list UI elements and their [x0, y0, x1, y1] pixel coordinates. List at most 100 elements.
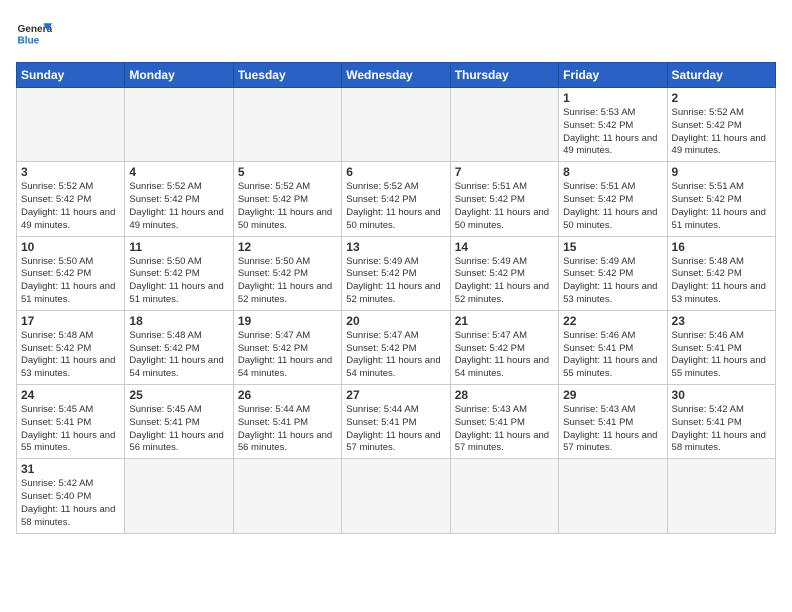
- calendar-cell: [342, 459, 450, 533]
- day-number: 3: [21, 165, 120, 179]
- calendar-cell: [125, 88, 233, 162]
- day-info: Sunrise: 5:49 AMSunset: 5:42 PMDaylight:…: [455, 256, 554, 307]
- day-info: Sunrise: 5:47 AMSunset: 5:42 PMDaylight:…: [455, 330, 554, 381]
- day-info: Sunrise: 5:52 AMSunset: 5:42 PMDaylight:…: [21, 181, 120, 232]
- calendar-cell: [233, 459, 341, 533]
- day-info: Sunrise: 5:52 AMSunset: 5:42 PMDaylight:…: [129, 181, 228, 232]
- calendar-cell: 27 Sunrise: 5:44 AMSunset: 5:41 PMDayligh…: [342, 385, 450, 459]
- day-number: 19: [238, 314, 337, 328]
- calendar-cell: 2 Sunrise: 5:52 AMSunset: 5:42 PMDaylight…: [667, 88, 775, 162]
- logo-icon: General Blue: [16, 16, 52, 52]
- calendar-cell: 24Sunrise: 5:45 AMSunset: 5:41 PMDayligh…: [17, 385, 125, 459]
- calendar-cell: 4 Sunrise: 5:52 AMSunset: 5:42 PMDaylight…: [125, 162, 233, 236]
- day-info: Sunrise: 5:42 AMSunset: 5:41 PMDaylight:…: [672, 404, 771, 455]
- day-info: Sunrise: 5:49 AMSunset: 5:42 PMDaylight:…: [346, 256, 445, 307]
- day-info: Sunrise: 5:46 AMSunset: 5:41 PMDaylight:…: [563, 330, 662, 381]
- calendar-cell: 29Sunrise: 5:43 AMSunset: 5:41 PMDayligh…: [559, 385, 667, 459]
- day-info: Sunrise: 5:51 AMSunset: 5:42 PMDaylight:…: [672, 181, 771, 232]
- weekday-header-row: SundayMondayTuesdayWednesdayThursdayFrid…: [17, 63, 776, 88]
- day-number: 26: [238, 388, 337, 402]
- day-number: 22: [563, 314, 662, 328]
- day-info: Sunrise: 5:47 AMSunset: 5:42 PMDaylight:…: [346, 330, 445, 381]
- day-number: 15: [563, 240, 662, 254]
- calendar-cell: 3 Sunrise: 5:52 AMSunset: 5:42 PMDaylight…: [17, 162, 125, 236]
- day-number: 4: [129, 165, 228, 179]
- calendar-cell: 21 Sunrise: 5:47 AMSunset: 5:42 PMDayligh…: [450, 310, 558, 384]
- day-number: 2: [672, 91, 771, 105]
- calendar-week-row: 1Sunrise: 5:53 AMSunset: 5:42 PMDaylight…: [17, 88, 776, 162]
- day-info: Sunrise: 5:47 AMSunset: 5:42 PMDaylight:…: [238, 330, 337, 381]
- calendar-cell: 10Sunrise: 5:50 AMSunset: 5:42 PMDayligh…: [17, 236, 125, 310]
- calendar-cell: 8 Sunrise: 5:51 AMSunset: 5:42 PMDaylight…: [559, 162, 667, 236]
- day-info: Sunrise: 5:51 AMSunset: 5:42 PMDaylight:…: [563, 181, 662, 232]
- calendar-week-row: 17 Sunrise: 5:48 AMSunset: 5:42 PMDayligh…: [17, 310, 776, 384]
- calendar-cell: 28 Sunrise: 5:43 AMSunset: 5:41 PMDayligh…: [450, 385, 558, 459]
- calendar-cell: 16Sunrise: 5:48 AMSunset: 5:42 PMDayligh…: [667, 236, 775, 310]
- day-number: 23: [672, 314, 771, 328]
- weekday-header: Friday: [559, 63, 667, 88]
- day-number: 30: [672, 388, 771, 402]
- day-info: Sunrise: 5:43 AMSunset: 5:41 PMDaylight:…: [455, 404, 554, 455]
- day-number: 17: [21, 314, 120, 328]
- day-number: 29: [563, 388, 662, 402]
- day-info: Sunrise: 5:50 AMSunset: 5:42 PMDaylight:…: [238, 256, 337, 307]
- day-number: 18: [129, 314, 228, 328]
- calendar-cell: 6 Sunrise: 5:52 AMSunset: 5:42 PMDaylight…: [342, 162, 450, 236]
- calendar-cell: 15Sunrise: 5:49 AMSunset: 5:42 PMDayligh…: [559, 236, 667, 310]
- weekday-header: Sunday: [17, 63, 125, 88]
- day-number: 28: [455, 388, 554, 402]
- day-number: 1: [563, 91, 662, 105]
- weekday-header: Tuesday: [233, 63, 341, 88]
- logo: General Blue: [16, 16, 52, 52]
- day-number: 14: [455, 240, 554, 254]
- calendar-cell: 14 Sunrise: 5:49 AMSunset: 5:42 PMDayligh…: [450, 236, 558, 310]
- page-header: General Blue: [16, 16, 776, 52]
- calendar-cell: 13 Sunrise: 5:49 AMSunset: 5:42 PMDayligh…: [342, 236, 450, 310]
- day-number: 10: [21, 240, 120, 254]
- calendar-cell: 22 Sunrise: 5:46 AMSunset: 5:41 PMDayligh…: [559, 310, 667, 384]
- calendar-cell: 12Sunrise: 5:50 AMSunset: 5:42 PMDayligh…: [233, 236, 341, 310]
- day-info: Sunrise: 5:51 AMSunset: 5:42 PMDaylight:…: [455, 181, 554, 232]
- calendar-cell: [125, 459, 233, 533]
- day-info: Sunrise: 5:48 AMSunset: 5:42 PMDaylight:…: [129, 330, 228, 381]
- calendar-cell: 9Sunrise: 5:51 AMSunset: 5:42 PMDaylight…: [667, 162, 775, 236]
- day-number: 24: [21, 388, 120, 402]
- day-info: Sunrise: 5:44 AMSunset: 5:41 PMDaylight:…: [346, 404, 445, 455]
- weekday-header: Saturday: [667, 63, 775, 88]
- weekday-header: Wednesday: [342, 63, 450, 88]
- calendar-cell: [17, 88, 125, 162]
- weekday-header: Monday: [125, 63, 233, 88]
- day-number: 25: [129, 388, 228, 402]
- day-info: Sunrise: 5:44 AMSunset: 5:41 PMDaylight:…: [238, 404, 337, 455]
- day-info: Sunrise: 5:52 AMSunset: 5:42 PMDaylight:…: [346, 181, 445, 232]
- day-number: 11: [129, 240, 228, 254]
- day-number: 21: [455, 314, 554, 328]
- day-info: Sunrise: 5:42 AMSunset: 5:40 PMDaylight:…: [21, 478, 120, 529]
- calendar-cell: 23 Sunrise: 5:46 AMSunset: 5:41 PMDayligh…: [667, 310, 775, 384]
- day-info: Sunrise: 5:46 AMSunset: 5:41 PMDaylight:…: [672, 330, 771, 381]
- day-number: 13: [346, 240, 445, 254]
- calendar-body: 1Sunrise: 5:53 AMSunset: 5:42 PMDaylight…: [17, 88, 776, 534]
- calendar-cell: 31Sunrise: 5:42 AMSunset: 5:40 PMDayligh…: [17, 459, 125, 533]
- calendar-cell: 19 Sunrise: 5:47 AMSunset: 5:42 PMDayligh…: [233, 310, 341, 384]
- calendar-cell: 11 Sunrise: 5:50 AMSunset: 5:42 PMDayligh…: [125, 236, 233, 310]
- calendar-cell: 20Sunrise: 5:47 AMSunset: 5:42 PMDayligh…: [342, 310, 450, 384]
- calendar-cell: 26 Sunrise: 5:44 AMSunset: 5:41 PMDayligh…: [233, 385, 341, 459]
- calendar-cell: 7Sunrise: 5:51 AMSunset: 5:42 PMDaylight…: [450, 162, 558, 236]
- calendar-cell: 18 Sunrise: 5:48 AMSunset: 5:42 PMDayligh…: [125, 310, 233, 384]
- day-info: Sunrise: 5:52 AMSunset: 5:42 PMDaylight:…: [238, 181, 337, 232]
- calendar-cell: [342, 88, 450, 162]
- day-info: Sunrise: 5:52 AMSunset: 5:42 PMDaylight:…: [672, 107, 771, 158]
- day-number: 27: [346, 388, 445, 402]
- calendar-cell: [667, 459, 775, 533]
- calendar-cell: 17Sunrise: 5:48 AMSunset: 5:42 PMDayligh…: [17, 310, 125, 384]
- day-number: 8: [563, 165, 662, 179]
- calendar-week-row: 3 Sunrise: 5:52 AMSunset: 5:42 PMDaylight…: [17, 162, 776, 236]
- day-info: Sunrise: 5:50 AMSunset: 5:42 PMDaylight:…: [129, 256, 228, 307]
- weekday-header: Thursday: [450, 63, 558, 88]
- day-number: 16: [672, 240, 771, 254]
- day-number: 6: [346, 165, 445, 179]
- calendar-week-row: 10 Sunrise: 5:50 AMSunset: 5:42 PMDayligh…: [17, 236, 776, 310]
- calendar-week-row: 31Sunrise: 5:42 AMSunset: 5:40 PMDayligh…: [17, 459, 776, 533]
- calendar-cell: 30 Sunrise: 5:42 AMSunset: 5:41 PMDayligh…: [667, 385, 775, 459]
